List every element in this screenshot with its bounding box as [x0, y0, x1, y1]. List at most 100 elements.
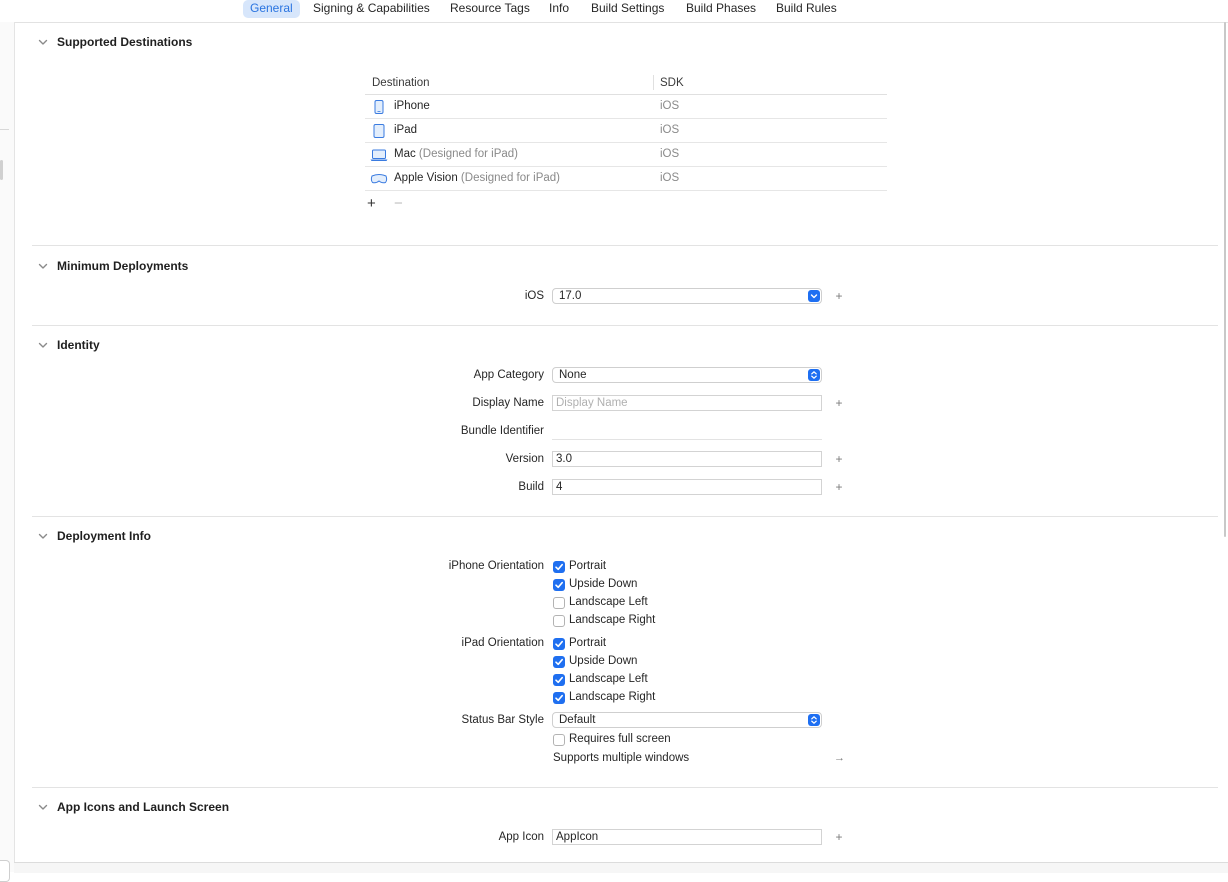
- display-name-field[interactable]: Display Name: [552, 395, 822, 411]
- ipad-landscape-right-checkbox[interactable]: [553, 692, 565, 704]
- tab-resource-tags[interactable]: Resource Tags: [443, 0, 537, 18]
- iphone-upside-down-checkbox[interactable]: [553, 579, 565, 591]
- add-app-icon-button[interactable]: +: [834, 831, 844, 843]
- column-separator: [653, 75, 654, 90]
- display-name-placeholder: Display Name: [556, 397, 628, 409]
- select-value: None: [559, 369, 587, 381]
- column-header-sdk[interactable]: SDK: [660, 77, 684, 89]
- tab-general[interactable]: General: [243, 0, 300, 18]
- table-row[interactable]: iPad iOS: [365, 119, 887, 143]
- bundle-identifier-label: Bundle Identifier: [460, 425, 544, 437]
- ipad-icon: [373, 124, 385, 138]
- section-divider: [32, 516, 1218, 517]
- version-value: 3.0: [556, 453, 572, 465]
- destination-sdk: iOS: [660, 124, 680, 136]
- up-down-chevron-icon: [808, 369, 820, 381]
- section-divider: [32, 245, 1218, 246]
- add-deployment-button[interactable]: +: [834, 290, 844, 302]
- section-supported-destinations[interactable]: Supported Destinations: [37, 34, 192, 50]
- vertical-scrollbar[interactable]: [1224, 22, 1226, 537]
- version-label: Version: [505, 453, 544, 465]
- sidebar-toggle-button[interactable]: [0, 860, 10, 882]
- mac-laptop-icon: [370, 149, 388, 161]
- table-row[interactable]: Mac (Designed for iPad) iOS: [365, 143, 887, 167]
- chevron-down-icon: [38, 533, 48, 539]
- tab-build-rules[interactable]: Build Rules: [769, 0, 844, 18]
- section-title: Supported Destinations: [57, 35, 193, 49]
- vision-headset-icon: [370, 174, 388, 184]
- iphone-orientation-label: iPhone Orientation: [448, 560, 544, 572]
- requires-full-screen-checkbox[interactable]: [553, 734, 565, 746]
- checkbox-label: Landscape Right: [569, 691, 656, 703]
- display-name-label: Display Name: [472, 397, 544, 409]
- destination-sdk: iOS: [660, 100, 680, 112]
- bundle-identifier-field[interactable]: [552, 424, 822, 440]
- status-bar-style-select[interactable]: Default: [552, 712, 822, 728]
- app-icon-label: App Icon: [498, 831, 544, 843]
- app-category-select[interactable]: None: [552, 367, 822, 383]
- build-label: Build: [518, 481, 544, 493]
- section-title: Identity: [57, 338, 100, 352]
- column-header-destination[interactable]: Destination: [372, 77, 430, 89]
- iphone-icon: [374, 100, 384, 114]
- remove-destination-button[interactable]: −: [394, 196, 403, 212]
- checkbox-label: Landscape Left: [569, 673, 648, 685]
- add-destination-button[interactable]: +: [367, 196, 376, 212]
- iphone-landscape-right-checkbox[interactable]: [553, 615, 565, 627]
- iphone-landscape-left-checkbox[interactable]: [553, 597, 565, 609]
- select-value: Default: [559, 714, 596, 726]
- chevron-down-icon: [808, 290, 820, 302]
- gutter-selection-marker: [0, 160, 3, 180]
- destinations-table: Destination SDK iPhone iOS iPad iOS Mac …: [365, 72, 887, 191]
- destination-name: Apple Vision (Designed for iPad): [394, 172, 561, 184]
- arrow-right-icon[interactable]: →: [834, 752, 845, 764]
- add-version-button[interactable]: +: [834, 453, 844, 465]
- chevron-down-icon: [38, 263, 48, 269]
- ios-deployment-select[interactable]: 17.0: [552, 288, 822, 304]
- bottom-bar: [14, 862, 1228, 873]
- tab-build-phases[interactable]: Build Phases: [679, 0, 763, 18]
- build-field[interactable]: 4: [552, 479, 822, 495]
- supports-multiple-windows-label: Supports multiple windows: [553, 752, 690, 764]
- ipad-landscape-left-checkbox[interactable]: [553, 674, 565, 686]
- section-identity[interactable]: Identity: [37, 337, 100, 353]
- tab-build-settings[interactable]: Build Settings: [584, 0, 671, 18]
- destination-name: iPhone: [394, 100, 430, 112]
- ipad-orientation-label: iPad Orientation: [461, 637, 544, 649]
- section-title: App Icons and Launch Screen: [57, 800, 230, 814]
- table-row[interactable]: Apple Vision (Designed for iPad) iOS: [365, 167, 887, 191]
- checkbox-label: Landscape Right: [569, 614, 656, 626]
- ios-deployment-label: iOS: [524, 290, 544, 302]
- checkbox-label: Portrait: [569, 637, 607, 649]
- table-header: Destination SDK: [365, 72, 887, 95]
- section-minimum-deployments[interactable]: Minimum Deployments: [37, 258, 188, 274]
- add-display-name-button[interactable]: +: [834, 397, 844, 409]
- add-build-button[interactable]: +: [834, 481, 844, 493]
- section-deployment-info[interactable]: Deployment Info: [37, 528, 151, 544]
- destination-sdk: iOS: [660, 172, 680, 184]
- chevron-down-icon: [38, 804, 48, 810]
- gutter-divider: [0, 129, 9, 130]
- ipad-upside-down-checkbox[interactable]: [553, 656, 565, 668]
- tab-signing-capabilities[interactable]: Signing & Capabilities: [306, 0, 437, 18]
- checkbox-label: Landscape Left: [569, 596, 648, 608]
- section-title: Deployment Info: [57, 529, 152, 543]
- section-app-icons-launch-screen[interactable]: App Icons and Launch Screen: [37, 799, 229, 815]
- destination-sdk: iOS: [660, 148, 680, 160]
- app-icon-field[interactable]: AppIcon: [552, 829, 822, 845]
- checkbox-label: Upside Down: [569, 578, 638, 590]
- section-title: Minimum Deployments: [57, 259, 189, 273]
- tab-info[interactable]: Info: [542, 0, 576, 18]
- iphone-portrait-checkbox[interactable]: [553, 561, 565, 573]
- chevron-down-icon: [38, 39, 48, 45]
- chevron-down-icon: [38, 342, 48, 348]
- select-value: 17.0: [559, 290, 582, 302]
- version-field[interactable]: 3.0: [552, 451, 822, 467]
- status-bar-style-label: Status Bar Style: [461, 714, 544, 726]
- app-category-label: App Category: [473, 369, 544, 381]
- app-icon-value: AppIcon: [556, 831, 599, 843]
- section-divider: [32, 325, 1218, 326]
- table-row[interactable]: iPhone iOS: [365, 95, 887, 119]
- ipad-portrait-checkbox[interactable]: [553, 638, 565, 650]
- up-down-chevron-icon: [808, 714, 820, 726]
